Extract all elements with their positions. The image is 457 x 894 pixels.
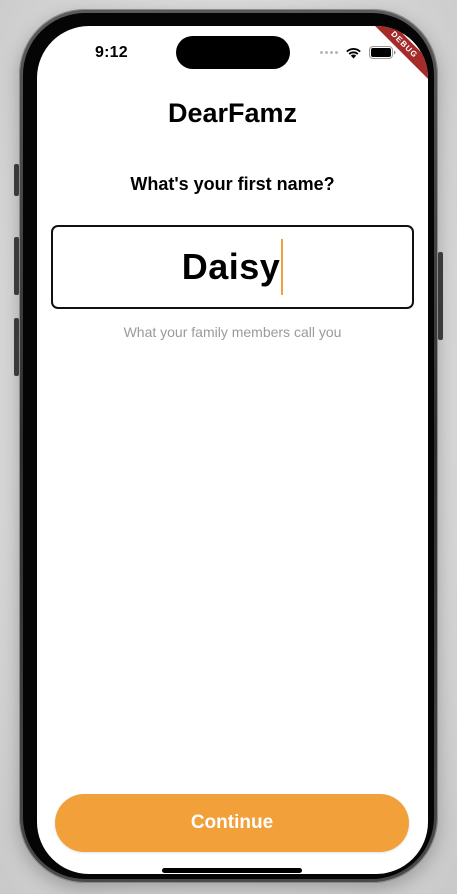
first-name-helper-text: What your family members call you	[123, 324, 342, 340]
text-caret	[281, 239, 284, 295]
volume-up-button	[14, 237, 19, 295]
screen: 9:12 DEBUG DearFamz What's your first na…	[37, 26, 428, 874]
app-title: DearFamz	[167, 98, 298, 128]
status-icons	[320, 44, 396, 60]
first-name-value[interactable]: Daisy	[182, 246, 281, 288]
bezel: 9:12 DEBUG DearFamz What's your first na…	[23, 13, 434, 879]
continue-button-label: Continue	[190, 812, 274, 833]
cellular-signal-icon	[320, 50, 338, 54]
wifi-icon	[346, 47, 361, 58]
dynamic-island	[176, 36, 290, 69]
first-name-field[interactable]: Daisy	[51, 225, 414, 309]
device-frame: 9:12 DEBUG DearFamz What's your first na…	[14, 9, 443, 883]
status-time: 9:12	[95, 44, 128, 61]
volume-down-button	[14, 318, 19, 376]
continue-button[interactable]: Continue	[55, 794, 409, 852]
action-button	[14, 164, 19, 196]
power-button	[438, 252, 443, 340]
battery-icon	[369, 45, 396, 59]
home-indicator[interactable]	[162, 868, 302, 873]
name-question: What's your first name?	[130, 174, 335, 194]
